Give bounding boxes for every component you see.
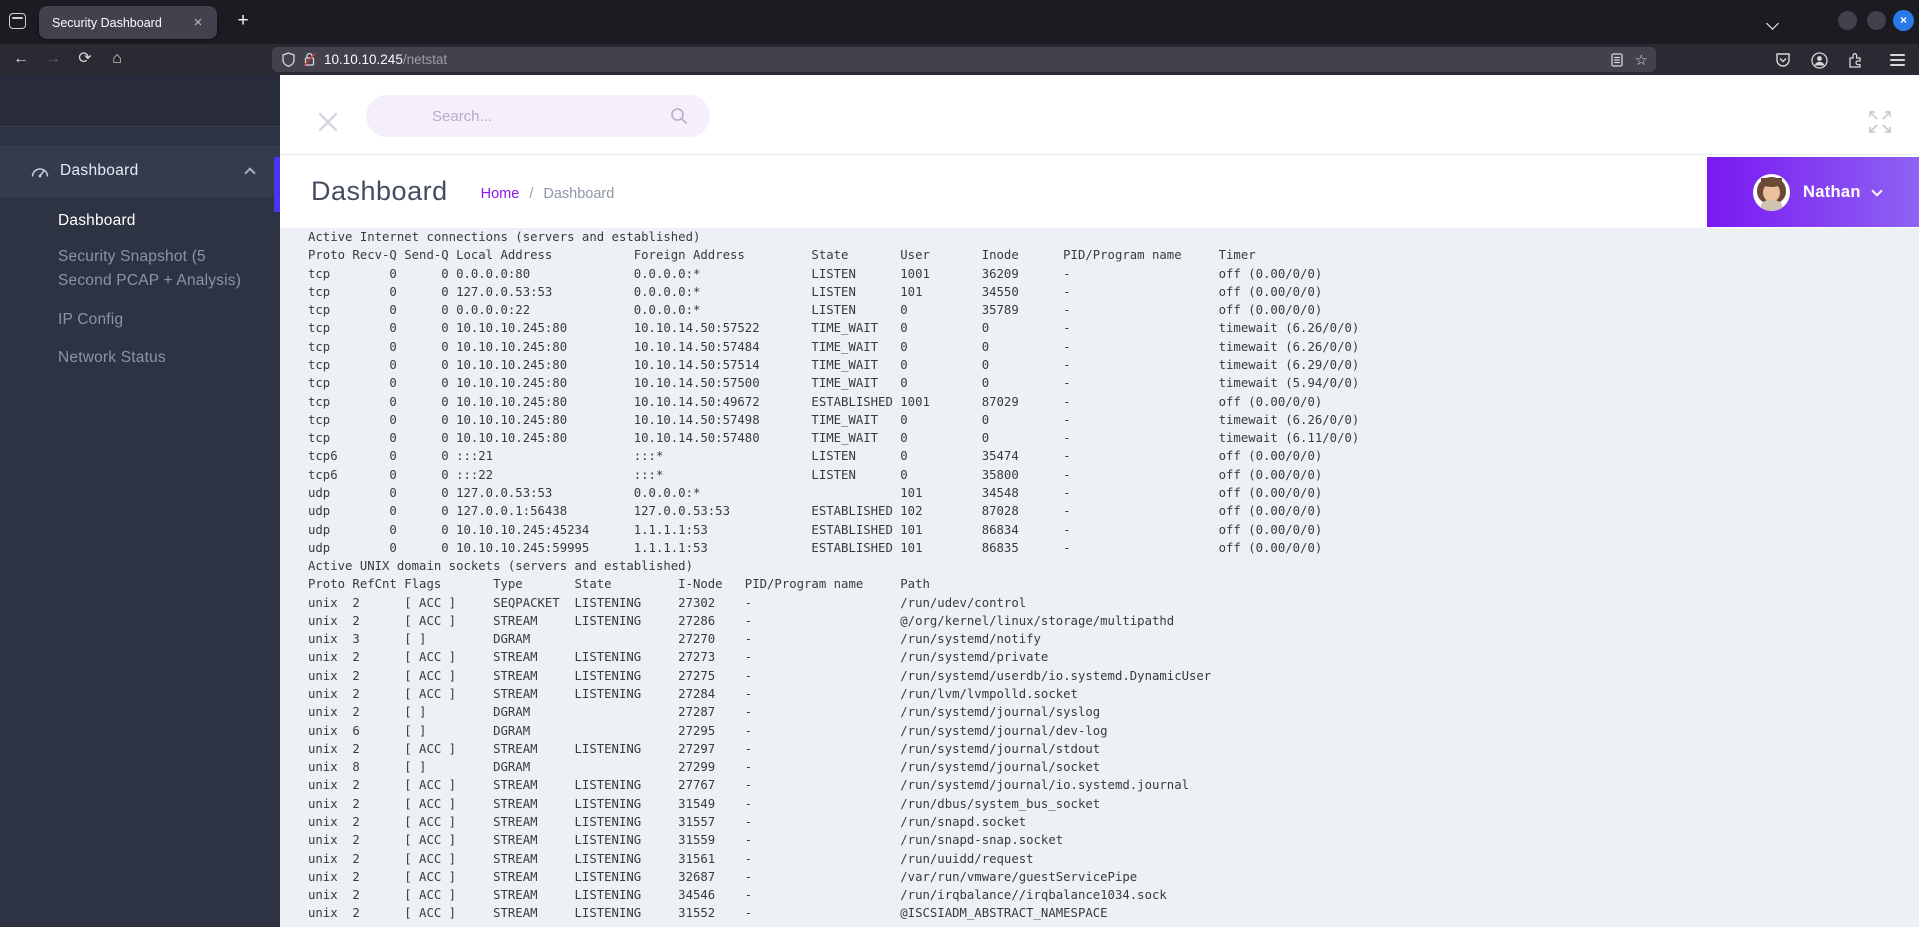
account-icon[interactable]	[1807, 48, 1831, 72]
url-path: /netstat	[402, 52, 448, 67]
content-area: Active Internet connections (servers and…	[280, 228, 1919, 927]
window-close-button[interactable]: ×	[1893, 10, 1914, 31]
window-maximize-button[interactable]	[1867, 11, 1886, 30]
title-accent-bar	[274, 157, 280, 212]
page-top-bar	[280, 75, 1919, 155]
chevron-up-icon	[244, 167, 256, 179]
url-text: 10.10.10.245/netstat	[324, 52, 1601, 67]
user-menu[interactable]: Nathan	[1707, 157, 1919, 227]
sidebar-item-dashboard[interactable]: Dashboard	[58, 209, 262, 233]
avatar	[1753, 173, 1790, 211]
gauge-icon	[31, 168, 49, 178]
browser-toolbar: ← → ⟳ ⌂ 10.10.10.245/netstat ☆	[0, 44, 1919, 75]
tracking-shield-icon[interactable]	[282, 52, 295, 67]
sidebar-section-dashboard[interactable]: Dashboard	[0, 145, 280, 197]
url-bar[interactable]: 10.10.10.245/netstat ☆	[272, 47, 1656, 72]
menu-icon[interactable]	[1890, 48, 1905, 72]
extensions-icon[interactable]	[1843, 48, 1867, 72]
new-tab-button[interactable]: +	[230, 10, 256, 32]
search-icon[interactable]	[670, 107, 688, 125]
breadcrumb-separator: /	[529, 185, 534, 202]
window-minimize-button[interactable]	[1838, 11, 1857, 30]
sidebar-item-network[interactable]: Network Status	[58, 346, 262, 370]
main-area: Dashboard Home / Dashboard Nathan Active…	[274, 75, 1919, 927]
chevron-down-icon	[1871, 184, 1883, 197]
sidebar-logo-area	[0, 75, 280, 127]
breadcrumb-current: Dashboard	[543, 185, 615, 202]
page-header: Dashboard Home / Dashboard Nathan	[274, 155, 1919, 228]
breadcrumb: Home / Dashboard	[481, 186, 615, 202]
browser-tab-bar: Security Dashboard × + ×	[0, 0, 1919, 44]
user-name: Nathan	[1803, 182, 1861, 201]
reader-mode-icon[interactable]	[1610, 52, 1623, 67]
sidebar: Dashboard Dashboard Security Snapshot (5 …	[0, 75, 280, 927]
bookmark-star-icon[interactable]: ☆	[1635, 51, 1648, 69]
url-host: 10.10.10.245	[324, 52, 403, 67]
search-bar	[366, 95, 710, 137]
forward-icon[interactable]: →	[40, 44, 66, 75]
sidebar-item-security[interactable]: Security Snapshot (5 Second PCAP + Analy…	[58, 245, 262, 292]
page-title: Dashboard	[311, 176, 448, 206]
netstat-output: Active Internet connections (servers and…	[308, 230, 1360, 921]
tab-close-icon[interactable]: ×	[189, 14, 207, 31]
home-icon[interactable]: ⌂	[104, 44, 130, 75]
breadcrumb-home-link[interactable]: Home	[481, 186, 520, 202]
tab-title: Security Dashboard	[52, 15, 162, 30]
close-icon[interactable]	[316, 110, 340, 134]
firefox-view-icon[interactable]	[9, 13, 26, 29]
pocket-icon[interactable]	[1771, 48, 1795, 72]
back-icon[interactable]: ←	[8, 44, 34, 75]
browser-tab[interactable]: Security Dashboard ×	[39, 6, 217, 39]
reload-icon[interactable]: ⟳	[72, 44, 98, 75]
tab-list-chevron-icon[interactable]	[1766, 17, 1779, 30]
insecure-lock-icon[interactable]	[303, 52, 316, 67]
sidebar-section-label: Dashboard	[60, 162, 139, 179]
sidebar-item-ip[interactable]: IP Config	[58, 308, 262, 332]
search-input[interactable]	[366, 95, 710, 137]
fullscreen-expand-icon[interactable]	[1867, 109, 1893, 135]
